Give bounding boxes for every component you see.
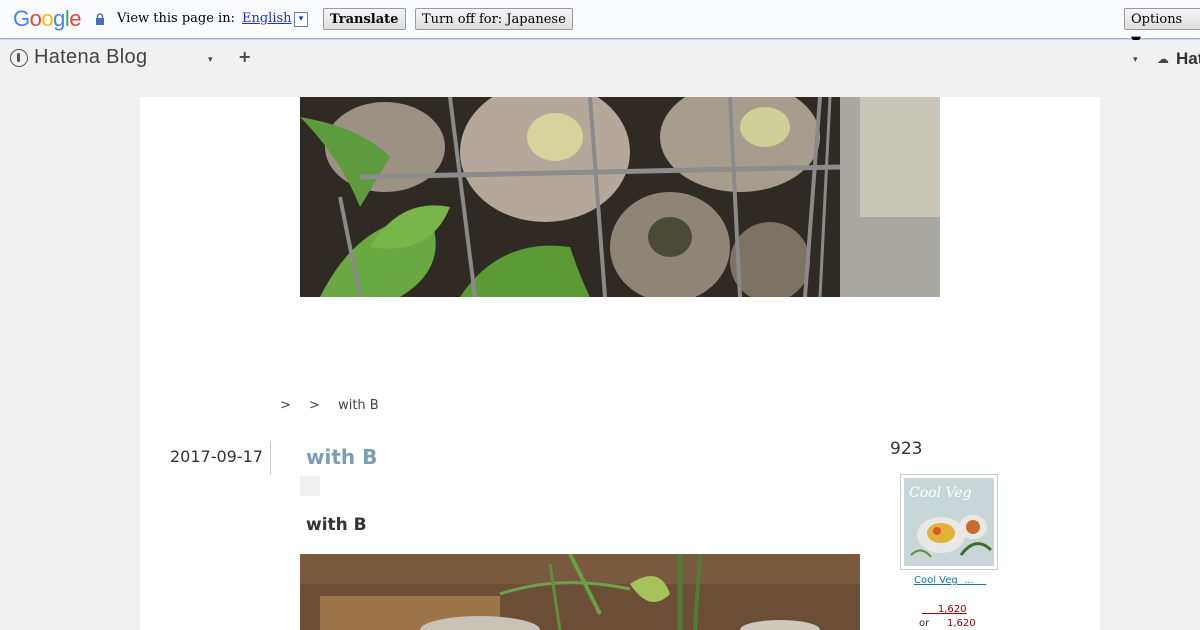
- language-dropdown-icon[interactable]: ▾: [294, 12, 308, 27]
- breadcrumb-current: with B: [338, 398, 379, 413]
- blog-dropdown-icon[interactable]: ▾: [208, 55, 213, 65]
- entry-date[interactable]: 2017-09-17: [170, 447, 263, 466]
- entry-image[interactable]: [300, 554, 860, 630]
- date-divider: [270, 441, 271, 475]
- hatena-bar: Hatena Blog ▾ + ▾ ☁ Hat: [0, 40, 1200, 76]
- header-image[interactable]: [300, 97, 940, 297]
- account-dropdown-icon[interactable]: ▾: [1133, 55, 1138, 65]
- cloud-icon[interactable]: ☁: [1157, 52, 1169, 66]
- book-link[interactable]: Cool Veg ...: [914, 575, 986, 586]
- options-button[interactable]: Options ▼: [1124, 8, 1200, 49]
- hatena-logo-text[interactable]: Hatena Blog: [34, 46, 147, 69]
- entry-small-image: [300, 476, 320, 496]
- book-cover-title: Cool Veg: [909, 485, 972, 501]
- blog-content: > > with B 2017-09-17 with B with B 923: [140, 97, 1100, 630]
- lock-icon: [96, 13, 104, 25]
- add-icon[interactable]: +: [238, 47, 251, 66]
- breadcrumb-separator: >: [280, 398, 291, 413]
- book-cover-image[interactable]: Cool Veg: [900, 474, 998, 570]
- view-page-label: View this page in:: [117, 11, 235, 26]
- translate-button[interactable]: Translate: [323, 8, 406, 30]
- google-logo: Google: [13, 6, 82, 31]
- hatena-logo-icon[interactable]: [10, 49, 28, 67]
- price-or-label: or: [919, 618, 930, 629]
- sidebar-count: 923: [890, 439, 923, 459]
- book-price-alt: 1,620: [947, 618, 976, 629]
- breadcrumb-separator: >: [309, 398, 320, 413]
- entry-title[interactable]: with B: [306, 445, 377, 469]
- hatena-account-label[interactable]: Hat: [1176, 49, 1200, 69]
- entry-subheading: with B: [306, 515, 367, 535]
- book-price[interactable]: 1,620: [922, 604, 967, 615]
- language-select[interactable]: English: [242, 11, 292, 26]
- breadcrumb: > > with B: [280, 398, 393, 413]
- translate-bar: Google View this page in: English ▾ Tran…: [0, 0, 1200, 49]
- turn-off-button[interactable]: Turn off for: Japanese: [415, 8, 573, 30]
